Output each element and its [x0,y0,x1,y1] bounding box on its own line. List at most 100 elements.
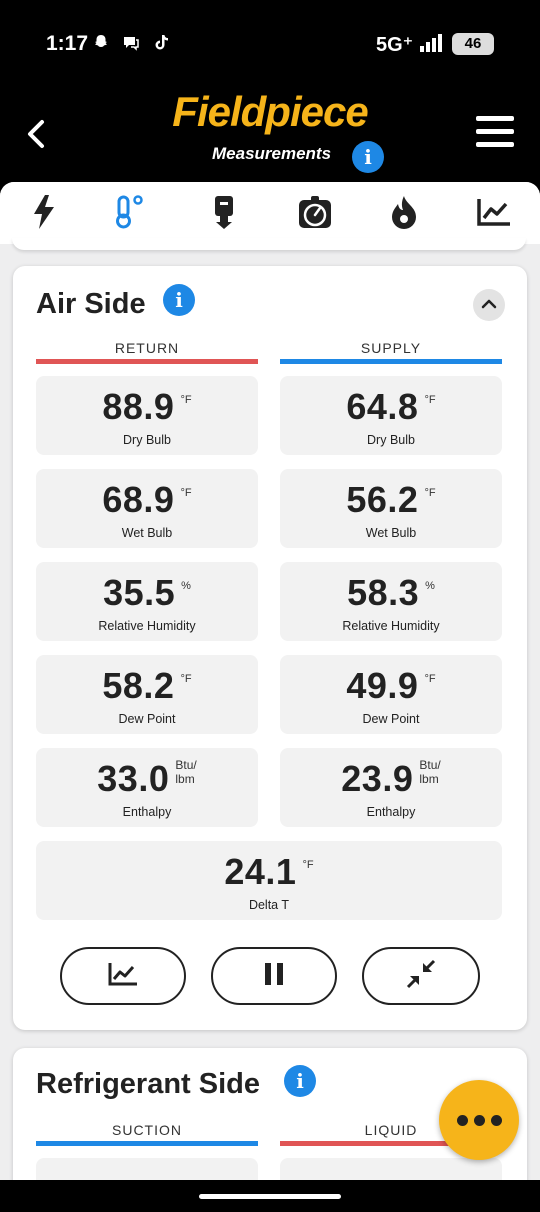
tile-label: Dry Bulb [123,433,171,447]
tile-value: 23.9 [341,758,414,799]
tile-unit: °F [180,673,192,685]
chat-icon [122,33,140,51]
home-indicator[interactable] [199,1194,341,1199]
network-type: 5G⁺ [376,34,414,56]
supply-wet-bulb-tile[interactable]: 56.2 °F Wet Bulb [280,469,502,548]
tile-unit: % [425,580,435,592]
thermometer-icon [110,194,146,235]
return-dew-point-tile[interactable]: 58.2 °F Dew Point [36,655,258,734]
tile-value: 88.9 [102,386,175,427]
return-dry-bulb-tile[interactable]: 88.9 °F Dry Bulb [36,376,258,455]
tile-unit: Btu/ lbm [419,758,441,786]
menu-button[interactable] [476,116,514,150]
lightning-icon [31,194,57,234]
suction-header: SUCTION [112,1122,182,1138]
more-dot [473,1114,485,1126]
tile-label: Enthalpy [122,805,172,819]
tile-value: 49.9 [346,665,419,706]
supply-dew-point-tile[interactable]: 49.9 °F Dew Point [280,655,502,734]
tab-electrical[interactable] [24,194,64,234]
signal-icon [420,34,444,52]
tile-unit: °F [180,487,192,499]
tile-value: 58.2 [102,665,175,706]
supply-dry-bulb-tile[interactable]: 64.8 °F Dry Bulb [280,376,502,455]
more-dot [490,1114,502,1126]
tiktok-icon [152,33,170,51]
tab-graph[interactable] [474,194,514,234]
pause-icon [263,962,285,991]
app-header: Fieldpiece Measurements i [0,84,540,184]
air-side-title: Air Side [36,288,146,320]
tile-label: Relative Humidity [342,619,440,633]
tab-bar [0,182,540,244]
tile-label: Delta T [248,898,290,912]
tile-value: 56.2 [346,479,419,520]
tile-unit: °F [424,673,436,685]
supply-humidity-tile[interactable]: 58.3% Relative Humidity [280,562,502,641]
info-icon[interactable]: i [352,141,384,173]
probe-icon [212,195,236,234]
tile-value: 68.9 [102,479,175,520]
battery-icon: 46 [452,33,494,55]
tile-unit: °F [302,859,314,871]
chart-icon [108,962,138,991]
tile-unit: Btu/ lbm [175,758,197,786]
menu-line [476,129,514,134]
suction-pressure-tile[interactable] [36,1158,258,1180]
tile-value: 58.3 [347,572,420,613]
tile-label: Relative Humidity [98,619,196,633]
return-color-bar [36,359,258,364]
supply-enthalpy-tile[interactable]: 23.9 Btu/ lbm Enthalpy [280,748,502,827]
tab-gauge[interactable] [295,194,335,234]
notification-icons [92,33,170,51]
tile-label: Enthalpy [366,805,416,819]
chart-icon [476,197,512,232]
delta-t-tile[interactable]: 24.1 °F Delta T [36,841,502,920]
info-icon[interactable]: i [284,1065,316,1097]
tile-value: 64.8 [346,386,419,427]
info-icon[interactable]: i [163,284,195,316]
tile-label: Wet Bulb [365,526,417,540]
page-title: Measurements [212,144,332,163]
status-time: 1:17 [46,32,89,55]
content-area: Air Side i RETURN SUPPLY 88.9 °F Dry Bulb… [0,182,540,1180]
tile-unit: °F [180,394,192,406]
tab-combustion[interactable] [384,194,424,234]
more-dot [456,1114,468,1126]
suction-color-bar [36,1141,258,1146]
compress-arrows-icon [406,959,436,994]
gauge-icon [297,195,333,234]
chevron-up-icon [481,296,497,314]
tile-value: 33.0 [97,758,170,799]
tile-value: 24.1 [224,851,297,892]
collapse-button[interactable] [473,289,505,321]
tab-probe[interactable] [204,194,244,234]
return-wet-bulb-tile[interactable]: 68.9 °F Wet Bulb [36,469,258,548]
brand-logo: Fieldpiece [172,88,368,135]
return-humidity-tile[interactable]: 35.5% Relative Humidity [36,562,258,641]
supply-color-bar [280,359,502,364]
air-side-card: Air Side i RETURN SUPPLY 88.9 °F Dry Bulb… [13,266,527,1030]
tile-label: Dry Bulb [367,433,415,447]
return-header: RETURN [114,340,180,356]
tile-unit: % [181,580,191,592]
tile-label: Dew Point [362,712,420,726]
status-bar: 1:17 5G⁺ 46 [0,0,540,84]
snapchat-icon [92,33,110,51]
tab-temperature[interactable] [108,194,148,234]
menu-line [476,142,514,147]
graph-button[interactable] [60,947,186,1005]
system-nav-bar [0,1180,540,1212]
tile-unit: °F [424,394,436,406]
pause-button[interactable] [211,947,337,1005]
menu-line [476,116,514,121]
refrigerant-side-title: Refrigerant Side [36,1068,260,1100]
tile-unit: °F [424,487,436,499]
previous-card-edge [12,238,526,250]
more-options-button[interactable] [439,1080,519,1160]
supply-header: SUPPLY [360,340,422,356]
tile-value: 35.5 [103,572,176,613]
minimize-button[interactable] [362,947,480,1005]
liquid-pressure-tile[interactable] [280,1158,502,1180]
return-enthalpy-tile[interactable]: 33.0 Btu/ lbm Enthalpy [36,748,258,827]
